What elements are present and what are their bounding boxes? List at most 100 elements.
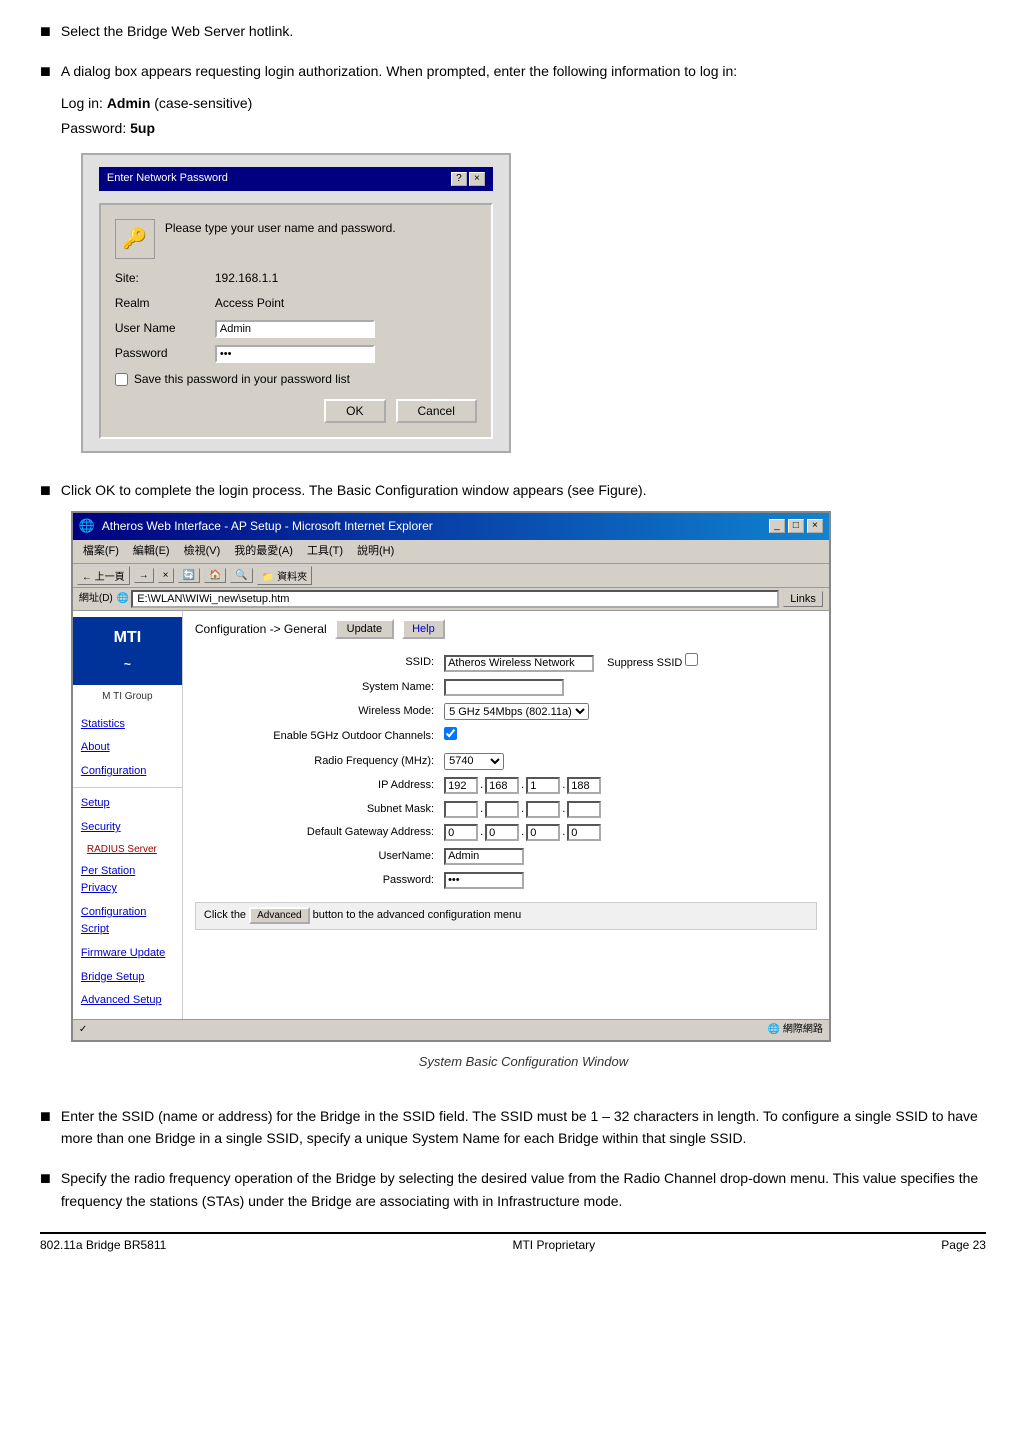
bullet-icon-2: ■ [40,62,51,80]
ip-inputs: . . . [444,777,811,795]
dialog-site-label: Site: [115,269,215,288]
ie-update-button[interactable]: Update [335,619,394,639]
ie-folders-btn[interactable]: 📁 資料夾 [257,566,312,585]
ssid-input[interactable] [444,655,594,672]
dialog-title-bar: Enter Network Password ? × [99,167,493,191]
gateway-octet2[interactable] [485,824,519,841]
sidebar-item-about[interactable]: About [73,736,182,760]
ie-content: MTI~ M TI Group Statistics About Configu… [73,611,829,1018]
ie-adv-bar: Click the Advanced button to the advance… [195,902,817,930]
ie-close-btn[interactable]: × [807,519,823,533]
dialog-header-row: 🔑 Please type your user name and passwor… [115,219,477,259]
dialog-ok-button[interactable]: OK [324,399,385,423]
dialog-realm-value: Access Point [215,294,284,313]
dialog-close-btn[interactable]: × [469,172,485,186]
ie-menu-tools[interactable]: 工具(T) [301,542,349,562]
ie-breadcrumb: Configuration -> General [195,620,327,639]
sidebar-item-security[interactable]: Security [73,816,182,840]
sidebar-item-firmware[interactable]: Firmware Update [73,942,182,966]
ie-menu-favorites[interactable]: 我的最愛(A) [228,542,299,562]
ie-refresh-btn[interactable]: 🔄 [178,568,200,583]
dialog-save-checkbox[interactable] [115,373,128,386]
ie-forward-btn[interactable]: → [134,568,154,583]
dialog-icon: 🔑 [115,219,155,259]
sidebar-item-configuration[interactable]: Configuration [73,760,182,784]
ie-form-table: SSID: Suppress SSID System Name: [195,649,817,893]
form-row-frequency: Radio Frequency (MHz): 5740 [197,751,815,773]
dialog-container: Enter Network Password ? × 🔑 Please type… [81,153,511,453]
dialog-cancel-button[interactable]: Cancel [396,399,477,423]
ie-main-content: Configuration -> General Update Help SSI… [183,611,829,1018]
ie-address-input[interactable] [131,590,779,608]
ie-status-bar: ✓ 🌐 網際網路 [73,1019,829,1040]
ie-menu-bar: 檔案(F) 編輯(E) 檢視(V) 我的最愛(A) 工具(T) 說明(H) [73,540,829,565]
ie-address-icon: 🌐 [117,591,129,607]
frequency-value: 5740 [440,751,815,773]
username-value [440,846,815,868]
ip-octet1[interactable] [444,777,478,794]
footer-left: 802.11a Bridge BR5811 [40,1238,166,1252]
ie-window: 🌐 Atheros Web Interface - AP Setup - Mic… [71,511,831,1042]
ie-search-btn[interactable]: 🔍 [230,568,252,583]
ie-favicon: 🌐 [79,518,95,533]
subnet-octet4[interactable] [567,801,601,818]
username-input[interactable] [444,848,524,865]
sidebar-item-per-station[interactable]: Per Station Privacy [73,860,182,901]
ie-links-button[interactable]: Links [783,591,823,607]
ie-main-header: Configuration -> General Update Help [195,619,817,639]
bullet-text-3: Click OK to complete the login process. … [61,479,986,1087]
ie-toolbar: ← 上一頁 → × 🔄 🏠 🔍 📁 資料夾 [73,564,829,588]
subnet-octet2[interactable] [485,801,519,818]
sidebar-item-config-script[interactable]: Configuration Script [73,901,182,942]
footer-right: Page 23 [941,1238,986,1252]
ie-help-button[interactable]: Help [402,619,445,639]
subnet-octet1[interactable] [444,801,478,818]
ie-menu-view[interactable]: 檢視(V) [178,542,227,562]
sidebar-item-setup[interactable]: Setup [73,792,182,816]
ie-window-title: Atheros Web Interface - AP Setup - Micro… [102,519,433,533]
frequency-label: Radio Frequency (MHz): [197,751,438,773]
outdoor-checkbox[interactable] [444,727,457,740]
bullet-icon-3: ■ [40,481,51,499]
sidebar-item-radius[interactable]: RADIUS Server [73,840,182,860]
subnet-octet3[interactable] [526,801,560,818]
ie-menu-edit[interactable]: 編輯(E) [127,542,176,562]
ie-title-text: 🌐 Atheros Web Interface - AP Setup - Mic… [79,516,433,537]
dialog-username-input[interactable] [215,320,375,338]
gateway-octet1[interactable] [444,824,478,841]
dialog-username-row: User Name [115,319,477,338]
ie-status-left: ✓ [79,1022,87,1038]
formpassword-input[interactable] [444,872,524,889]
form-row-ssid: SSID: Suppress SSID [197,651,815,675]
dialog-password-label: Password [115,344,215,363]
sidebar-item-bridge-setup[interactable]: Bridge Setup [73,966,182,990]
ie-back-btn[interactable]: ← 上一頁 [77,566,130,585]
dialog-site-value: 192.168.1.1 [215,269,278,288]
sidebar-item-advanced-setup[interactable]: Advanced Setup [73,989,182,1013]
gateway-octet4[interactable] [567,824,601,841]
sidebar-item-statistics[interactable]: Statistics [73,713,182,737]
gateway-inputs: . . . [444,824,811,842]
ie-stop-btn[interactable]: × [158,568,174,583]
ie-minimize-btn[interactable]: _ [769,519,785,533]
ie-home-btn[interactable]: 🏠 [204,568,226,583]
ip-octet4[interactable] [567,777,601,794]
frequency-select[interactable]: 5740 [444,753,504,770]
ip-octet2[interactable] [485,777,519,794]
dialog-question-btn[interactable]: ? [451,172,467,186]
ie-menu-file[interactable]: 檔案(F) [77,542,125,562]
ie-advanced-button[interactable]: Advanced [249,907,309,924]
ie-maximize-btn[interactable]: □ [788,519,804,533]
dialog-realm-label: Realm [115,294,215,313]
dialog-password-input[interactable] [215,345,375,363]
ie-menu-help[interactable]: 說明(H) [351,542,400,562]
gateway-octet3[interactable] [526,824,560,841]
username-label: UserName: [197,846,438,868]
sysname-input[interactable] [444,679,564,696]
ip-octet3[interactable] [526,777,560,794]
suppress-ssid-checkbox[interactable] [685,653,698,666]
dialog-buttons: OK Cancel [115,399,477,423]
ip-label: IP Address: [197,775,438,797]
wireless-mode-select[interactable]: 5 GHz 54Mbps (802.11a) [444,703,589,720]
wireless-mode-value: 5 GHz 54Mbps (802.11a) [440,701,815,723]
